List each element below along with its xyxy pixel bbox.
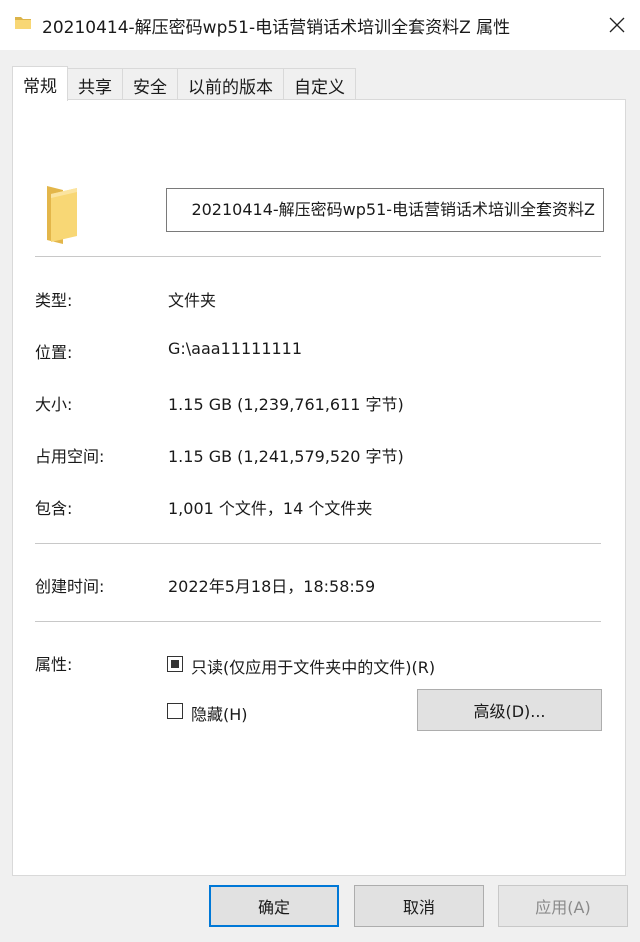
separator bbox=[35, 256, 601, 257]
dialog-body: 常规 共享 安全 以前的版本 自定义 20210414-解压密码wp51-电话营… bbox=[0, 50, 640, 882]
size-on-disk-label: 占用空间: bbox=[35, 447, 105, 466]
contains-value: 1,001 个文件，14 个文件夹 bbox=[168, 499, 373, 518]
dialog-footer: 确定 取消 应用(A) bbox=[0, 882, 640, 942]
size-label: 大小: bbox=[35, 395, 73, 414]
attributes-label: 属性: bbox=[35, 655, 73, 674]
window-title: 20210414-解压密码wp51-电话营销话术培训全套资料Z 属性 bbox=[42, 18, 511, 38]
readonly-label[interactable]: 只读(仅应用于文件夹中的文件)(R) bbox=[191, 654, 435, 678]
advanced-button[interactable]: 高级(D)... bbox=[417, 689, 602, 731]
created-value: 2022年5月18日，18:58:59 bbox=[168, 577, 376, 596]
location-label: 位置: bbox=[35, 343, 73, 362]
title-bar: 20210414-解压密码wp51-电话营销话术培训全套资料Z 属性 bbox=[0, 0, 640, 50]
tab-strip: 常规 共享 安全 以前的版本 自定义 bbox=[12, 66, 356, 101]
size-on-disk-value: 1.15 GB (1,241,579,520 字节) bbox=[168, 447, 404, 466]
location-value: G:\aaa11111111 bbox=[168, 339, 303, 358]
hidden-checkbox[interactable] bbox=[167, 703, 183, 719]
folder-name-input[interactable]: 20210414-解压密码wp51-电话营销话术培训全套资料Z bbox=[166, 188, 604, 232]
apply-button[interactable]: 应用(A) bbox=[498, 885, 628, 927]
separator bbox=[35, 543, 601, 544]
folder-icon bbox=[14, 14, 32, 32]
tab-previous-versions[interactable]: 以前的版本 bbox=[177, 68, 284, 101]
readonly-checkbox[interactable] bbox=[167, 656, 183, 672]
tab-general[interactable]: 常规 bbox=[12, 66, 68, 101]
tab-customize[interactable]: 自定义 bbox=[283, 68, 356, 101]
tab-sharing[interactable]: 共享 bbox=[67, 68, 123, 101]
created-label: 创建时间: bbox=[35, 577, 105, 596]
separator bbox=[35, 621, 601, 622]
close-button[interactable] bbox=[594, 0, 640, 50]
type-value: 文件夹 bbox=[168, 291, 217, 310]
close-icon bbox=[609, 17, 625, 33]
general-tab-panel: 20210414-解压密码wp51-电话营销话术培训全套资料Z 类型: 文件夹 … bbox=[12, 99, 626, 876]
cancel-button[interactable]: 取消 bbox=[354, 885, 484, 927]
tab-security[interactable]: 安全 bbox=[122, 68, 178, 101]
ok-button[interactable]: 确定 bbox=[209, 885, 339, 927]
size-value: 1.15 GB (1,239,761,611 字节) bbox=[168, 395, 404, 414]
contains-label: 包含: bbox=[35, 499, 73, 518]
folder-icon bbox=[43, 184, 79, 246]
hidden-label[interactable]: 隐藏(H) bbox=[191, 701, 248, 725]
type-label: 类型: bbox=[35, 291, 73, 310]
